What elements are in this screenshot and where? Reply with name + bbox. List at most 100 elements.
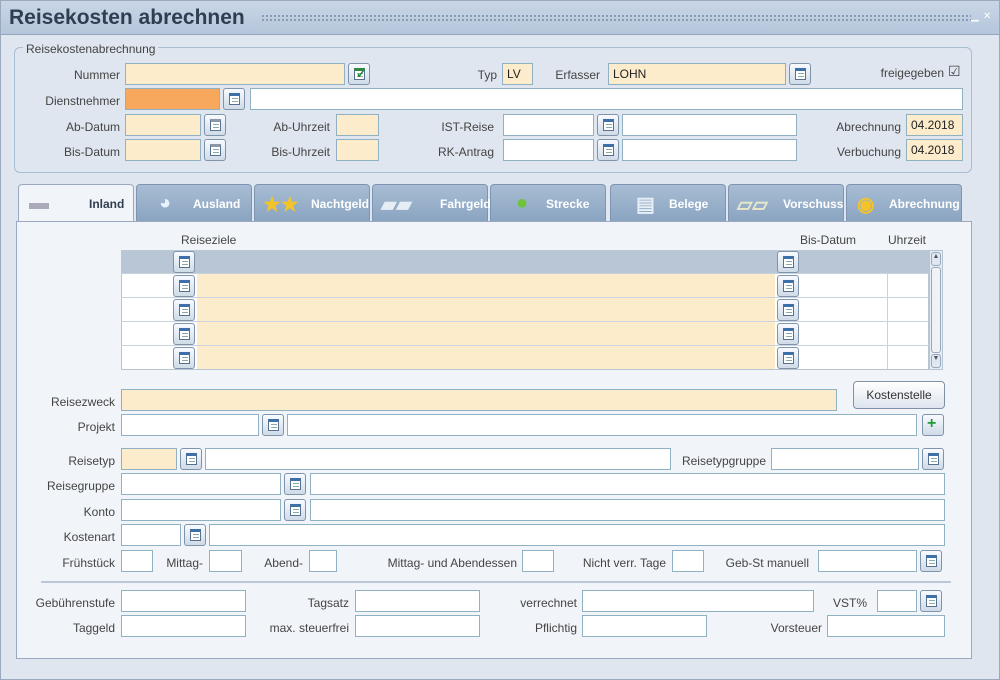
bis-uhrzeit-field[interactable] [336,139,379,161]
dienstnehmer-lookup-button[interactable] [223,88,245,110]
konto-lookup-button[interactable] [284,499,306,521]
tab-belege[interactable]: ▤ Belege [610,184,726,221]
vorsteuer-field[interactable] [827,615,945,637]
erfasser-label: Erfasser [555,68,600,82]
konto-field[interactable] [121,499,281,521]
ab-uhrzeit-field[interactable] [336,114,379,136]
scroll-down-icon[interactable]: ▼ [931,354,941,368]
kostenart-desc-field[interactable] [209,524,945,546]
pflichtig-field[interactable] [582,615,707,637]
nummer-field[interactable] [125,63,345,85]
row-lookup-button[interactable] [173,275,195,297]
tab-abrechnung[interactable]: ◉ Abrechnung [846,184,962,221]
taggeld-field[interactable] [121,615,246,637]
typ-field[interactable]: LV [502,63,533,85]
freigegeben-label: freigegeben [880,66,944,80]
mittag-field[interactable] [209,550,242,572]
vst-field[interactable] [877,590,917,612]
row-date-lookup-button[interactable] [777,275,799,297]
fruehstueck-field[interactable] [121,550,153,572]
tab-ausland[interactable]: ◕ Ausland [136,184,252,221]
tab-vorschuss[interactable]: ▱▱ Vorschuss [728,184,844,221]
table-row[interactable] [121,250,929,274]
nicht-verr-tage-field[interactable] [672,550,704,572]
bis-datum-calendar-button[interactable] [204,139,226,161]
rk-antrag-desc-field[interactable] [622,139,797,161]
vst-lookup-button[interactable] [920,590,942,612]
minimize-icon[interactable]: ▁ [971,11,979,22]
tab-inland[interactable]: ▬ Inland [18,184,134,222]
checkmark-icon: ✓ [356,67,367,81]
tagsatz-label: Tagsatz [307,596,349,610]
abrechnung-field[interactable]: 04.2018 [906,114,963,136]
freigegeben-checkbox[interactable]: ☑ [948,63,961,80]
projekt-desc-field[interactable] [287,414,917,436]
close-icon[interactable]: ✕ [983,11,991,22]
row-lookup-button[interactable] [173,323,195,345]
fruehstueck-label: Frühstück [62,556,115,570]
table-row[interactable] [121,322,929,346]
verrechnet-field[interactable] [582,590,814,612]
erfasser-field[interactable]: LOHN [608,63,786,85]
row-date-lookup-button[interactable] [777,299,799,321]
bis-datum-field[interactable] [125,139,201,161]
reisegruppe-desc-field[interactable] [310,473,945,495]
reisetyp-lookup-button[interactable] [180,448,202,470]
row-date-lookup-button[interactable] [777,323,799,345]
kostenstelle-button[interactable]: Kostenstelle [853,381,945,409]
row-date-lookup-button[interactable] [777,251,799,273]
ist-reise-lookup-button[interactable] [597,114,619,136]
mittag-abendessen-field[interactable] [522,550,554,572]
projekt-add-button[interactable]: + [922,414,944,436]
projekt-field[interactable] [121,414,259,436]
konto-desc-field[interactable] [310,499,945,521]
verrechnet-label: verrechnet [520,596,577,610]
verbuchung-field[interactable]: 04.2018 [906,139,963,161]
tab-fahrgeld[interactable]: ▰▰ Fahrgeld [372,184,491,221]
nummer-confirm-button[interactable]: ✓ [348,63,370,85]
table-row[interactable] [121,274,929,298]
reisetypgruppe-lookup-button[interactable] [922,448,944,470]
scroll-up-icon[interactable]: ▲ [931,252,941,266]
kostenart-field[interactable] [121,524,181,546]
dienstnehmer-field[interactable] [125,88,220,110]
geb-st-manuell-field[interactable] [818,550,917,572]
reisetyp-field[interactable] [121,448,177,470]
kostenart-lookup-button[interactable] [184,524,206,546]
row-lookup-button[interactable] [173,347,195,369]
kostenart-label: Kostenart [63,530,115,544]
ab-datum-calendar-button[interactable] [204,114,226,136]
ist-reise-label: IST-Reise [441,120,494,134]
row-lookup-button[interactable] [173,251,195,273]
max-steuerfrei-field[interactable] [355,615,480,637]
ist-reise-field[interactable] [503,114,594,136]
ist-reise-desc-field[interactable] [622,114,797,136]
row-lookup-button[interactable] [173,299,195,321]
gebuehrenstufe-field[interactable] [121,590,246,612]
erfasser-lookup-button[interactable] [789,63,811,85]
typ-label: Typ [477,68,497,82]
bis-datum-label: Bis-Datum [63,145,120,159]
reisegruppe-lookup-button[interactable] [284,473,306,495]
reisezweck-field[interactable] [121,389,837,411]
table-row[interactable] [121,346,929,370]
rk-antrag-field[interactable] [503,139,594,161]
ab-uhrzeit-label: Ab-Uhrzeit [273,120,330,134]
scroll-thumb[interactable] [931,267,941,353]
tab-strecke[interactable]: ● Strecke [490,184,606,221]
receipt-icon: ▤ [636,194,655,216]
reisegruppe-field[interactable] [121,473,281,495]
projekt-lookup-button[interactable] [262,414,284,436]
grid-scrollbar[interactable]: ▲ ▼ [929,250,943,370]
reisetypgruppe-field[interactable] [771,448,919,470]
table-row[interactable] [121,298,929,322]
abend-field[interactable] [309,550,337,572]
dienstnehmer-name-field[interactable] [250,88,963,110]
reisetyp-desc-field[interactable] [205,448,671,470]
tagsatz-field[interactable] [355,590,480,612]
geb-st-manuell-lookup-button[interactable] [920,550,942,572]
tab-nachtgeld[interactable]: ★★ Nachtgeld [254,184,370,221]
ab-datum-field[interactable] [125,114,201,136]
row-date-lookup-button[interactable] [777,347,799,369]
rk-antrag-lookup-button[interactable] [597,139,619,161]
